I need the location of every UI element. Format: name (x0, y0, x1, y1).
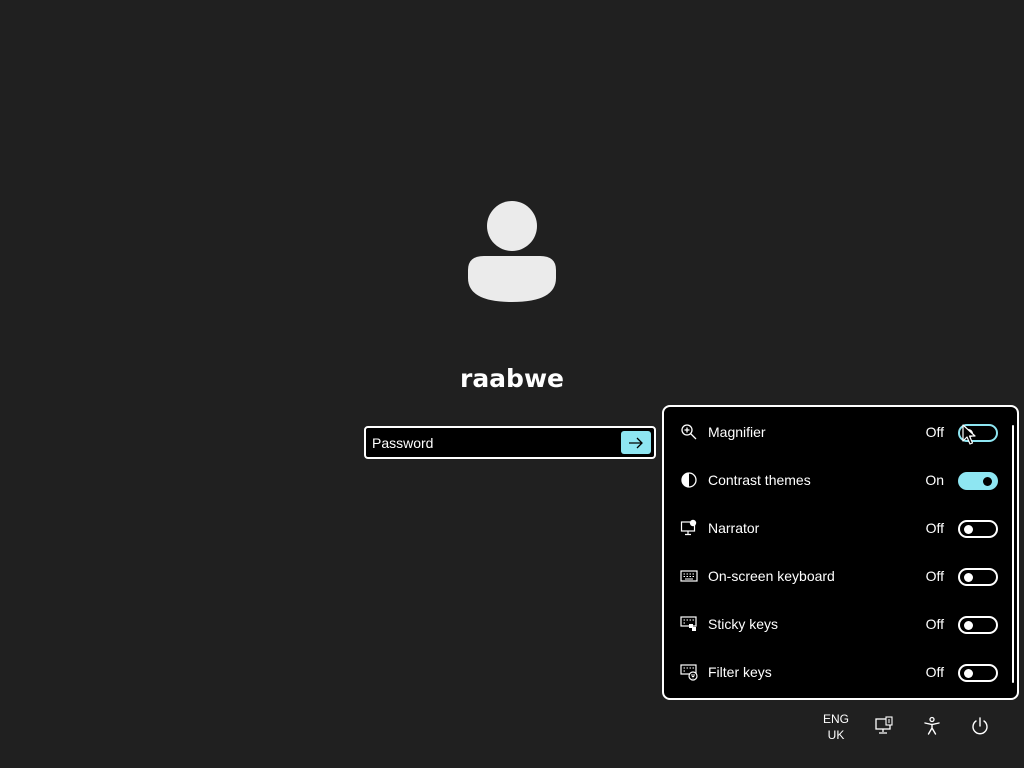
contrast-themes-toggle[interactable] (958, 472, 998, 490)
accessibility-item-state: Off (925, 664, 944, 680)
sticky-keys-toggle[interactable] (958, 616, 998, 634)
accessibility-item-state: Off (925, 424, 944, 440)
accessibility-icon (924, 716, 940, 735)
magnifier-icon (681, 424, 697, 440)
accessibility-item-narrator[interactable]: Narrator Off (664, 505, 1004, 553)
accessibility-item-label: Contrast themes (708, 472, 811, 488)
submit-button[interactable] (621, 431, 651, 454)
accessibility-button[interactable] (920, 714, 944, 738)
accessibility-item-contrast-themes[interactable]: Contrast themes On (664, 457, 1004, 505)
accessibility-item-sticky-keys[interactable]: Sticky keys Off (664, 601, 1004, 649)
language-region: UK (827, 728, 845, 742)
accessibility-item-filter-keys[interactable]: Filter keys Off (664, 649, 1004, 697)
accessibility-item-magnifier[interactable]: Magnifier Off (664, 409, 1004, 457)
accessibility-item-state: Off (925, 568, 944, 584)
keyboard-icon (680, 570, 698, 582)
accessibility-item-state: Off (925, 520, 944, 536)
filter-keys-toggle[interactable] (958, 664, 998, 682)
accessibility-item-on-screen-keyboard[interactable]: On-screen keyboard Off (664, 553, 1004, 601)
network-button[interactable] (872, 714, 896, 738)
accessibility-panel: Magnifier Off Contrast themes On Narrato… (662, 405, 1019, 700)
toggle-knob (964, 621, 973, 630)
toggle-knob (983, 477, 992, 486)
toggle-knob (964, 669, 973, 678)
accessibility-item-label: Narrator (708, 520, 760, 536)
user-name: raabwe (459, 364, 565, 393)
password-field[interactable] (364, 426, 656, 459)
arrow-right-icon (629, 437, 643, 448)
power-button[interactable] (968, 714, 992, 738)
language-switcher[interactable]: ENG UK (816, 711, 856, 743)
panel-scrollbar[interactable] (1012, 425, 1014, 683)
accessibility-item-label: Sticky keys (708, 616, 779, 632)
narrator-icon (680, 519, 697, 536)
user-avatar-icon (468, 201, 556, 302)
language-code: ENG (822, 712, 849, 726)
password-input[interactable] (372, 433, 612, 453)
filter-keys-icon (680, 664, 698, 681)
toggle-knob (964, 525, 973, 534)
on-screen-keyboard-toggle[interactable] (958, 568, 998, 586)
sticky-keys-icon (680, 616, 697, 631)
network-icon (875, 716, 893, 734)
accessibility-item-label: Filter keys (708, 664, 772, 680)
accessibility-item-label: Magnifier (708, 424, 766, 440)
narrator-toggle[interactable] (958, 520, 998, 538)
accessibility-item-state: On (925, 472, 944, 488)
accessibility-item-label: On-screen keyboard (708, 568, 835, 584)
accessibility-item-state: Off (925, 616, 944, 632)
contrast-icon (681, 472, 697, 488)
power-icon (972, 717, 988, 735)
toggle-knob (964, 573, 973, 582)
mouse-cursor-icon (962, 424, 976, 445)
